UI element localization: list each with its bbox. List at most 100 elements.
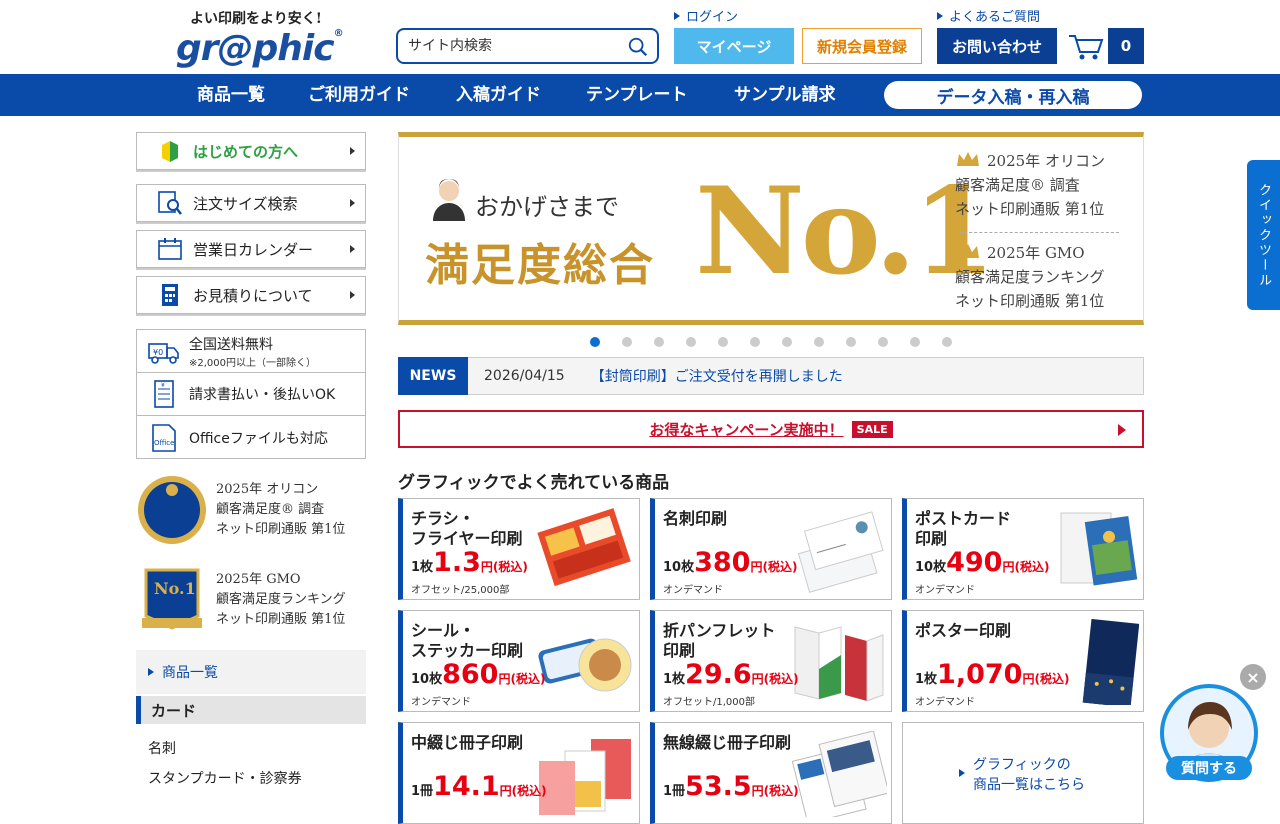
carousel-dot[interactable] — [910, 337, 920, 347]
campaign-banner[interactable]: お得なキャンペーン実施中！ SALE — [398, 410, 1144, 448]
product-amount: 29.6 — [685, 659, 752, 690]
award-line: 顧客満足度ランキング — [216, 592, 346, 607]
product-unit: 円(税込) — [1022, 672, 1070, 686]
product-card-saddle-stitch[interactable]: 中綴じ冊子印刷 1冊14.1円(税込) — [398, 722, 640, 824]
news-headline-link[interactable]: 【封筒印刷】ご注文受付を再開しました — [591, 366, 843, 386]
all-products-card[interactable]: グラフィックの 商品一覧はこちら — [902, 722, 1144, 824]
beginner-mark-icon — [162, 141, 178, 162]
product-unit: 円(税込) — [1002, 560, 1050, 574]
carousel-dot[interactable] — [622, 337, 632, 347]
product-name-line: 印刷 — [915, 529, 948, 548]
sidebar-item-stamp-card[interactable]: スタンプカード・診察券 — [148, 768, 302, 788]
carousel-dot[interactable] — [878, 337, 888, 347]
carousel-dot[interactable] — [686, 337, 696, 347]
carousel-dot[interactable] — [750, 337, 760, 347]
sidebar-product-list-link[interactable]: 商品一覧 — [136, 650, 366, 694]
rank-line: 2025年 GMO — [987, 244, 1085, 262]
product-qty: 10枚 — [663, 560, 695, 575]
product-note: オンデマンド — [915, 585, 975, 596]
feature-office: Office Officeファイルも対応 — [137, 416, 365, 459]
chevron-right-icon — [350, 147, 355, 155]
nav-templates[interactable]: テンプレート — [586, 74, 688, 116]
estimate-button[interactable]: お見積りについて — [136, 276, 366, 314]
product-card-flyer[interactable]: チラシ・ フライヤー印刷 1枚1.3円(税込) オフセット/25,000部 — [398, 498, 640, 600]
feature-title: 全国送料無料 — [189, 336, 273, 353]
product-price: 1枚1,070円(税込) — [915, 659, 1069, 690]
search-box — [396, 28, 659, 64]
rank-line: 2025年 オリコン — [987, 152, 1105, 170]
carousel-dot[interactable] — [942, 337, 952, 347]
site-logo[interactable]: gr@phic® — [176, 28, 344, 69]
close-icon[interactable]: × — [1240, 664, 1266, 690]
award-line: 2025年 GMO — [216, 572, 301, 587]
product-name-line: 折パンフレット — [663, 621, 776, 640]
banner-no1: No.1 — [695, 161, 996, 302]
product-price: 10枚380円(税込) — [663, 547, 797, 578]
chevron-right-icon — [350, 245, 355, 253]
product-card-sticker[interactable]: シール・ ステッカー印刷 10枚860円(税込) オンデマンド — [398, 610, 640, 712]
office-file-icon: Office — [152, 423, 176, 452]
ask-question-button[interactable]: 質問する — [1166, 756, 1252, 780]
size-search-button[interactable]: 注文サイズ検索 — [136, 184, 366, 222]
data-upload-button[interactable]: データ入稿・再入稿 — [884, 81, 1142, 109]
faq-link[interactable]: よくあるご質問 — [937, 6, 1040, 25]
carousel-dot[interactable] — [590, 337, 600, 347]
product-name-line: チラシ・ — [411, 509, 475, 528]
award-line: 2025年 オリコン — [216, 482, 319, 497]
product-unit: 円(税込) — [498, 672, 546, 686]
banner-thanks: おかげさまで — [475, 193, 619, 221]
nav-products[interactable]: 商品一覧 — [197, 74, 265, 116]
product-card-postcard[interactable]: ポストカード 印刷 10枚490円(税込) オンデマンド — [902, 498, 1144, 600]
tagline: よい印刷をより安く! — [190, 11, 322, 27]
main-nav: 商品一覧 ご利用ガイド 入稿ガイド テンプレート サンプル請求 データ入稿・再入… — [0, 74, 1280, 116]
search-icon[interactable] — [627, 36, 649, 58]
rank-line: ネット印刷通販 第1位 — [955, 200, 1105, 218]
postcard-image — [1060, 512, 1138, 586]
carousel-dot[interactable] — [718, 337, 728, 347]
product-name-line: 印刷 — [663, 641, 696, 660]
cart-count-badge[interactable]: 0 — [1108, 28, 1144, 64]
mypage-button[interactable]: マイページ — [674, 28, 794, 64]
crown-icon — [957, 244, 979, 258]
calendar-button[interactable]: 営業日カレンダー — [136, 230, 366, 268]
hero-banner[interactable]: おかげさまで 満足度総合 No.1 2025年 オリコン 顧客満足度® 調査 ネ… — [398, 132, 1144, 325]
product-card-business-card[interactable]: 名刺印刷 10枚380円(税込) オンデマンド — [650, 498, 892, 600]
award-oricon: 2025年 オリコン 顧客満足度® 調査 ネット印刷通販 第1位 — [136, 470, 366, 550]
rank-line: 顧客満足度® 調査 — [955, 176, 1080, 194]
bound-book-image — [791, 731, 887, 817]
product-note: オンデマンド — [411, 697, 471, 708]
contact-button[interactable]: お問い合わせ — [937, 28, 1057, 64]
product-qty: 1枚 — [915, 672, 938, 687]
product-card-perfect-binding[interactable]: 無線綴じ冊子印刷 1冊53.5円(税込) — [650, 722, 892, 824]
calendar-icon — [158, 238, 182, 260]
product-unit: 円(税込) — [751, 784, 799, 798]
product-name: ポスター印刷 — [915, 621, 1012, 640]
calculator-icon — [162, 284, 178, 306]
nav-sample-request[interactable]: サンプル請求 — [734, 74, 836, 116]
cart-icon[interactable] — [1066, 28, 1106, 64]
carousel-dot[interactable] — [654, 337, 664, 347]
product-price: 1冊14.1円(税込) — [411, 771, 547, 802]
invoice-icon: ¥ — [154, 380, 174, 408]
banner-divider — [959, 232, 1119, 233]
product-card-poster[interactable]: ポスター印刷 1枚1,070円(税込) オンデマンド — [902, 610, 1144, 712]
site-header: よい印刷をより安く! gr@phic® ログイン よくあるご質問 マイページ 新… — [0, 0, 1280, 74]
product-card-pamphlet[interactable]: 折パンフレット 印刷 1枚29.6円(税込) オフセット/1,000部 — [650, 610, 892, 712]
register-button[interactable]: 新規会員登録 — [802, 28, 922, 64]
carousel-dot[interactable] — [846, 337, 856, 347]
product-qty: 10枚 — [411, 672, 443, 687]
product-qty: 1冊 — [411, 784, 434, 799]
login-link[interactable]: ログイン — [674, 6, 738, 25]
truck-icon: ¥0 — [148, 343, 179, 364]
search-input[interactable] — [408, 31, 618, 61]
beginner-button[interactable]: はじめての方へ — [136, 132, 366, 170]
nav-submission-guide[interactable]: 入稿ガイド — [456, 74, 541, 116]
product-amount: 380 — [694, 547, 751, 578]
nav-guide[interactable]: ご利用ガイド — [308, 74, 410, 116]
carousel-dot[interactable] — [814, 337, 824, 347]
sidebar-item-business-card[interactable]: 名刺 — [148, 738, 176, 758]
product-note: オフセット/1,000部 — [663, 697, 755, 708]
product-amount: 860 — [442, 659, 499, 690]
quick-tool-tab[interactable]: クイックツール — [1247, 160, 1280, 310]
carousel-dot[interactable] — [782, 337, 792, 347]
